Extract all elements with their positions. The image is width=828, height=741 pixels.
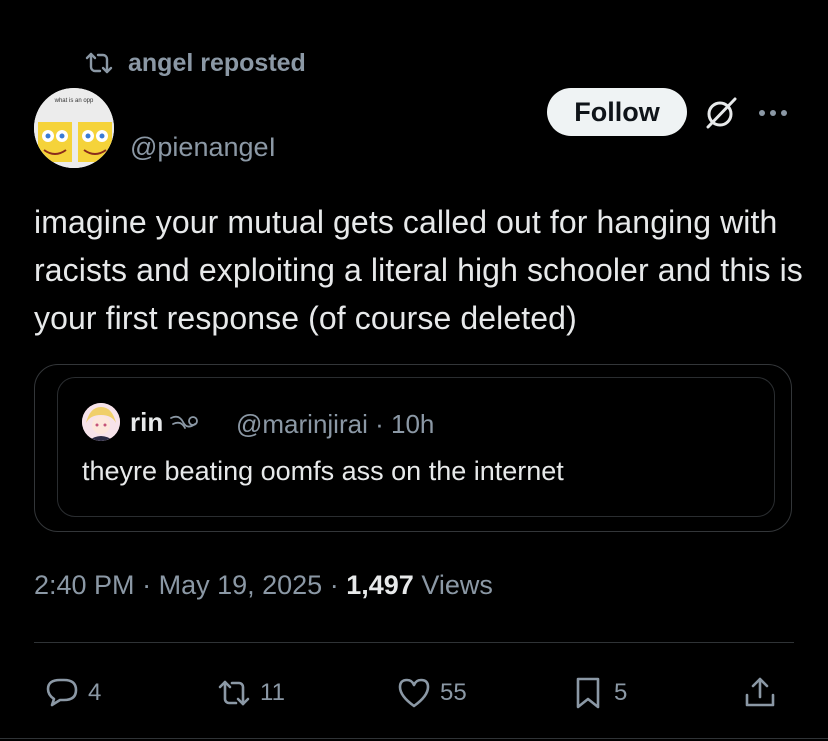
quote-meta: @marinjirai · 10h <box>236 409 434 440</box>
tweet-meta: 2:40 PM · May 19, 2025 · 1,497 Views <box>34 570 493 601</box>
repost-icon <box>85 52 113 74</box>
follow-button[interactable]: Follow <box>547 88 687 136</box>
quote-avatar-image <box>82 403 120 441</box>
repost-count: 11 <box>260 679 285 706</box>
avatar-image: what is an opp <box>34 88 114 168</box>
reply-icon <box>46 678 78 707</box>
like-count: 55 <box>440 679 467 706</box>
share-button[interactable] <box>742 668 778 718</box>
action-bar: 4 11 55 5 <box>0 668 828 718</box>
bookmark-button[interactable]: 5 <box>570 668 627 718</box>
meta-separator: · <box>329 570 339 600</box>
reply-count: 4 <box>88 679 102 706</box>
quote-avatar <box>82 403 120 441</box>
bookmark-icon <box>576 677 600 709</box>
divider <box>34 642 794 643</box>
repost-text: angel reposted <box>128 48 306 77</box>
quoted-tweet[interactable]: rin @marinjirai · 10h theyre beating oom… <box>57 377 775 517</box>
avatar-caption: what is an opp <box>54 98 94 104</box>
meta-separator: · <box>142 570 152 600</box>
heart-icon <box>398 678 430 708</box>
repost-icon <box>218 680 250 706</box>
quote-separator: · <box>375 409 384 439</box>
tweet-text: imagine your mutual gets called out for … <box>34 204 803 336</box>
views-label: Views <box>421 570 493 600</box>
post-time[interactable]: 2:40 PM <box>34 570 135 600</box>
more-icon[interactable] <box>756 98 790 128</box>
share-icon <box>745 677 775 707</box>
quote-text: theyre beating oomfs ass on the internet <box>82 456 564 486</box>
quote-author-name: rin <box>130 407 201 438</box>
reply-button[interactable]: 4 <box>44 668 101 718</box>
repost-header[interactable]: angel reposted <box>84 48 306 78</box>
views-count: 1,497 <box>346 570 414 600</box>
quote-time: 10h <box>391 409 435 439</box>
quote-name-text: rin <box>130 407 164 437</box>
quote-handle: @marinjirai <box>236 409 368 439</box>
grok-icon[interactable] <box>702 94 740 132</box>
avatar[interactable]: what is an opp <box>34 88 114 168</box>
wave-emoji-icon <box>170 415 199 429</box>
bottom-divider <box>0 738 828 739</box>
post-date[interactable]: May 19, 2025 <box>159 570 323 600</box>
like-button[interactable]: 55 <box>396 668 467 718</box>
author-handle[interactable]: @pienangeI <box>130 132 276 163</box>
quote-card[interactable]: rin @marinjirai · 10h theyre beating oom… <box>34 364 792 532</box>
bookmark-count: 5 <box>614 679 628 706</box>
repost-button[interactable]: 11 <box>216 668 285 718</box>
